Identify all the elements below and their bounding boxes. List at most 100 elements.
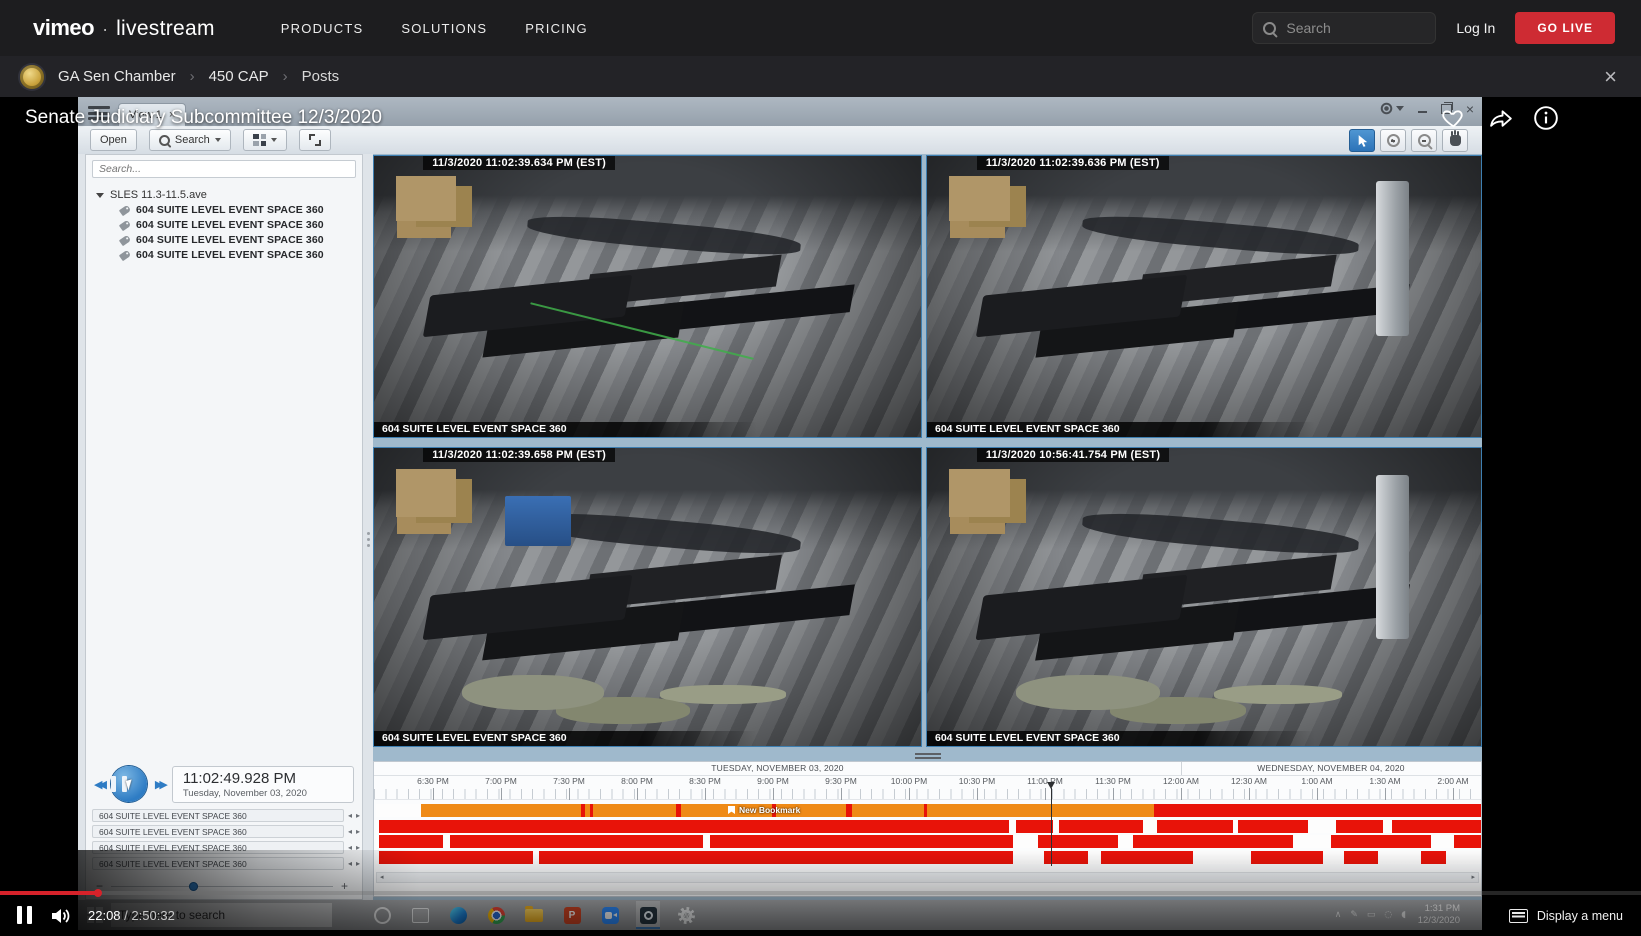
activity-row[interactable] bbox=[376, 851, 1481, 864]
bookmark-marker[interactable]: New Bookmark bbox=[728, 805, 800, 815]
furniture-shape bbox=[422, 275, 631, 337]
tree-expand-icon[interactable] bbox=[96, 193, 104, 198]
sidebar-splitter[interactable] bbox=[363, 154, 373, 900]
pillar-shape bbox=[1376, 475, 1409, 639]
video-content[interactable]: View 1 × × Open Search bbox=[78, 97, 1482, 930]
zoom-in-tool-button[interactable] bbox=[1380, 129, 1406, 152]
activity-segment bbox=[1038, 835, 1118, 848]
activity-segment bbox=[379, 820, 1009, 833]
search-input[interactable] bbox=[1284, 19, 1425, 37]
timeline-date-tuesday: TUESDAY, NOVEMBER 03, 2020 bbox=[374, 762, 1182, 775]
jump-end-icon[interactable]: ▸ bbox=[356, 828, 360, 836]
player-pause-button[interactable] bbox=[12, 906, 36, 926]
settings-gear-icon[interactable] bbox=[1380, 102, 1404, 115]
breadcrumb-event[interactable]: 450 CAP bbox=[209, 68, 269, 85]
tick-mark bbox=[501, 788, 502, 800]
nav-link-pricing[interactable]: PRICING bbox=[525, 21, 588, 36]
tree-item-label: 604 SUITE LEVEL EVENT SPACE 360 bbox=[136, 234, 324, 246]
activity-row[interactable] bbox=[376, 835, 1481, 848]
cardboard-boxes bbox=[949, 469, 1010, 517]
timeline-resize-grip[interactable] bbox=[915, 753, 941, 759]
volume-button[interactable] bbox=[50, 906, 72, 926]
timeline-row-label[interactable]: 604 SUITE LEVEL EVENT SPACE 360 bbox=[92, 809, 344, 822]
tree-item-camera[interactable]: 604 SUITE LEVEL EVENT SPACE 360 bbox=[120, 234, 362, 246]
jump-start-icon[interactable]: ◂ bbox=[348, 844, 352, 852]
activity-segment bbox=[1154, 804, 1481, 817]
zoom-slider-track[interactable] bbox=[111, 886, 333, 887]
close-icon[interactable]: × bbox=[1604, 66, 1617, 88]
tick-label: 10:00 PM bbox=[891, 776, 927, 786]
activity-segment bbox=[846, 804, 852, 817]
camera-view-2[interactable]: 11/3/2020 11:02:39.636 PM (EST)604 SUITE… bbox=[926, 155, 1482, 438]
camera-view-1[interactable]: 11/3/2020 11:02:39.634 PM (EST)604 SUITE… bbox=[373, 155, 922, 438]
channel-avatar[interactable] bbox=[20, 65, 44, 89]
open-button[interactable]: Open bbox=[90, 129, 137, 151]
jump-end-icon[interactable]: ▸ bbox=[356, 860, 360, 868]
tick-mark bbox=[1181, 788, 1182, 800]
furniture-shape bbox=[976, 275, 1188, 338]
tree-root[interactable]: SLES 11.3-11.5.ave bbox=[96, 189, 362, 201]
timeline-scrollbar[interactable]: ◂ ▸ bbox=[376, 872, 1479, 883]
playback-time-box[interactable]: 11:02:49.928 PM Tuesday, November 03, 20… bbox=[172, 766, 354, 803]
tick-label: 12:30 AM bbox=[1231, 776, 1267, 786]
tree-item-camera[interactable]: 604 SUITE LEVEL EVENT SPACE 360 bbox=[120, 219, 362, 231]
nav-link-solutions[interactable]: SOLUTIONS bbox=[401, 21, 487, 36]
fast-forward-button[interactable]: ▶▶ bbox=[155, 778, 164, 791]
camera-scene bbox=[374, 448, 921, 746]
search-button[interactable]: Search bbox=[149, 129, 231, 151]
tick-label: 6:30 PM bbox=[417, 776, 449, 786]
playback-time: 11:02:49.928 PM bbox=[183, 770, 343, 787]
camera-timestamp: 11/3/2020 10:56:41.754 PM (EST) bbox=[977, 448, 1169, 462]
pointer-tool-button[interactable] bbox=[1349, 129, 1375, 152]
activity-segment bbox=[539, 851, 1013, 864]
jump-end-icon[interactable]: ▸ bbox=[356, 844, 360, 852]
login-link[interactable]: Log In bbox=[1456, 20, 1495, 36]
tree-item-camera[interactable]: 604 SUITE LEVEL EVENT SPACE 360 bbox=[120, 249, 362, 261]
share-button[interactable] bbox=[1488, 105, 1515, 135]
scroll-right-icon[interactable]: ▸ bbox=[1471, 874, 1475, 881]
jump-start-icon[interactable]: ◂ bbox=[348, 812, 352, 820]
display-menu-button[interactable]: Display a menu bbox=[1509, 909, 1623, 923]
fullscreen-button[interactable] bbox=[299, 129, 331, 151]
scroll-left-icon[interactable]: ◂ bbox=[380, 874, 384, 881]
close-icon[interactable]: × bbox=[1466, 103, 1474, 115]
cardboard-boxes bbox=[949, 176, 1010, 221]
activity-segment bbox=[924, 804, 927, 817]
zoom-out-tool-button[interactable] bbox=[1411, 129, 1437, 152]
minimize-icon[interactable] bbox=[1418, 111, 1427, 113]
jump-start-icon[interactable]: ◂ bbox=[348, 828, 352, 836]
like-heart-button[interactable] bbox=[1441, 105, 1466, 135]
info-button[interactable] bbox=[1533, 105, 1559, 136]
layout-grid-button[interactable] bbox=[243, 129, 287, 151]
camera-view-4[interactable]: 11/3/2020 10:56:41.754 PM (EST)604 SUITE… bbox=[926, 447, 1482, 747]
go-live-button[interactable]: GO LIVE bbox=[1515, 12, 1615, 44]
activity-row[interactable] bbox=[376, 820, 1481, 833]
jump-end-icon[interactable]: ▸ bbox=[356, 812, 360, 820]
site-search[interactable] bbox=[1252, 12, 1436, 44]
timeline-tick-strip[interactable] bbox=[374, 789, 1481, 800]
nav-links: PRODUCTS SOLUTIONS PRICING bbox=[281, 21, 588, 36]
info-icon bbox=[1533, 105, 1559, 131]
tree-item-camera[interactable]: 604 SUITE LEVEL EVENT SPACE 360 bbox=[120, 204, 362, 216]
activity-row[interactable]: New Bookmark bbox=[376, 804, 1481, 817]
timeline-playhead[interactable] bbox=[1051, 788, 1052, 866]
volume-icon bbox=[50, 906, 72, 926]
sidebar-search-input[interactable] bbox=[92, 160, 356, 178]
timeline-row-label[interactable]: 604 SUITE LEVEL EVENT SPACE 360 bbox=[92, 841, 344, 854]
timeline-row-label[interactable]: 604 SUITE LEVEL EVENT SPACE 360 bbox=[92, 857, 344, 870]
breadcrumb-channel[interactable]: GA Sen Chamber bbox=[58, 68, 176, 85]
pause-button[interactable] bbox=[111, 766, 147, 802]
camera-area: 11/3/2020 11:02:39.634 PM (EST)604 SUITE… bbox=[373, 154, 1482, 900]
vimeo-livestream-logo[interactable]: vimeo · livestream bbox=[33, 15, 215, 41]
nav-link-products[interactable]: PRODUCTS bbox=[281, 21, 364, 36]
zoom-slider-handle[interactable] bbox=[189, 882, 198, 891]
jump-start-icon[interactable]: ◂ bbox=[348, 860, 352, 868]
breadcrumb-posts[interactable]: Posts bbox=[302, 68, 340, 85]
tick-mark bbox=[977, 788, 978, 800]
furniture-shape bbox=[1081, 507, 1359, 558]
green-cable bbox=[530, 302, 753, 360]
timeline-row-label[interactable]: 604 SUITE LEVEL EVENT SPACE 360 bbox=[92, 825, 344, 838]
tick-mark bbox=[773, 788, 774, 800]
camera-view-3[interactable]: 11/3/2020 11:02:39.658 PM (EST)604 SUITE… bbox=[373, 447, 922, 747]
rewind-button[interactable]: ◀◀ bbox=[94, 778, 103, 791]
